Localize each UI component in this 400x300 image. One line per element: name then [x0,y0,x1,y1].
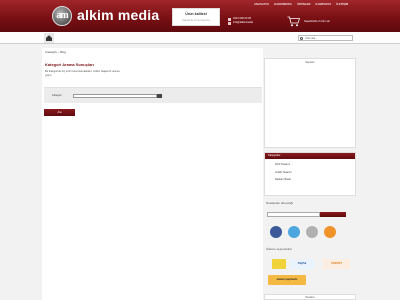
top-navigation: ANASAYFA HAKKIMIZDA ÜRÜNLER KAMPANYA İLE… [254,2,348,6]
logo-mark[interactable]: am [52,6,72,26]
select-arrow-button[interactable] [157,94,162,98]
contact-info: 0212 000 00 00 info@alkimmedia [228,17,253,25]
topnav-item-campaign[interactable]: KAMPANYA [316,2,332,6]
logo-text[interactable]: alkim media [77,7,159,23]
intro-text: Bu kategoride hiç ürün bulunmamaktadır. … [45,70,120,78]
newsletter-title: Newsletter aboneliği [266,201,294,205]
promo-line-2: Garanti ile 12 ay boyunca [182,19,210,22]
social-icon[interactable] [306,226,318,238]
amazon-payments-logo: amazon payments [268,275,306,285]
category-item[interactable]: Grafik Tasarım [275,171,355,174]
payment-title: Ödeme seçenekleri [266,247,292,251]
cart-panel: Sepetim [264,58,356,148]
breadcrumb-home[interactable]: Anasayfa [45,50,57,54]
category-select[interactable] [73,94,157,98]
topnav-item-contact[interactable]: İLETİŞİM [336,2,348,6]
account-panel: Hesabım [264,294,356,300]
page-title: Kategori Arama Sonuçları [45,62,94,67]
facebook-icon[interactable] [270,226,282,238]
promo-banner[interactable]: Ürün kalitesi Garanti ile 12 ay boyunca [172,8,220,26]
submit-button[interactable]: Ara [44,109,75,116]
topnav-item-home[interactable]: ANASAYFA [254,2,269,6]
categories-panel: Kategoriler Web Tasarım Grafik Tasarım R… [264,152,356,196]
category-list: Web Tasarım Grafik Tasarım Reklam Baskı [265,163,355,181]
rss-icon[interactable] [324,226,336,238]
shopping-cart-icon[interactable] [287,16,300,27]
topnav-item-products[interactable]: ÜRÜNLER [297,2,311,6]
email-icon [228,21,231,25]
cart-summary[interactable]: Sepetinizde 0 ürün var [304,20,330,23]
breadcrumb: Anasayfa»Blog [45,50,66,54]
twitter-icon[interactable] [288,226,300,238]
categories-panel-title: Kategoriler [265,153,355,159]
category-field-label: Kategori [52,94,62,97]
paypal-logo: PayPal [290,259,314,269]
sofort-logo: SOFORT [323,259,350,269]
topnav-item-about[interactable]: HAKKIMIZDA [274,2,292,6]
phone-icon [228,17,231,21]
promo-line-1: Ürün kalitesi [185,12,207,16]
breadcrumb-separator: » [57,50,60,54]
category-item[interactable]: Web Tasarım [275,163,355,166]
payment-logo-card [272,259,286,269]
newsletter-submit-button[interactable] [320,212,346,217]
newsletter-email-input[interactable] [267,212,320,217]
search-placeholder: Ürün ara... [305,37,318,40]
main-content [42,48,263,300]
search-icon [300,36,303,40]
home-icon[interactable] [44,33,54,43]
contact-email[interactable]: info@alkimmedia [233,21,253,25]
category-item[interactable]: Reklam Baskı [275,178,355,181]
cart-panel-title: Sepetim [305,61,315,64]
breadcrumb-current: Blog [60,50,66,54]
search-input[interactable]: Ürün ara... [298,35,353,41]
